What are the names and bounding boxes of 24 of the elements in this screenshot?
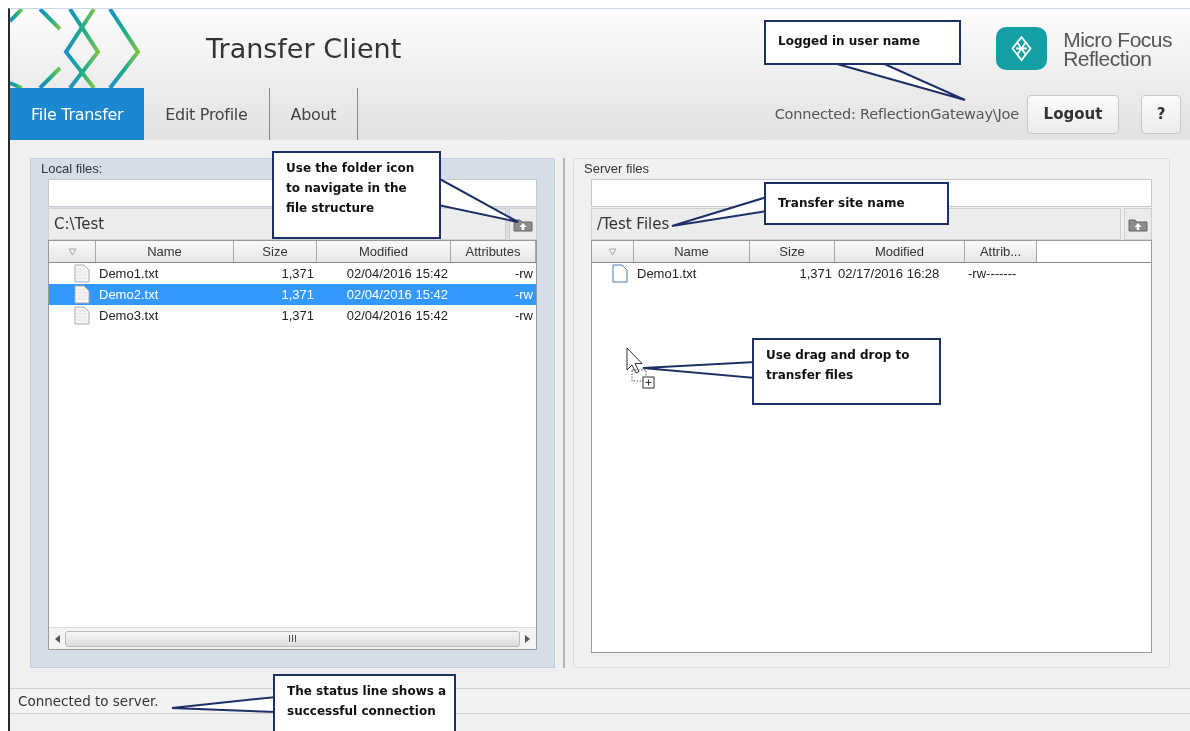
panel-title: Server files — [582, 161, 652, 176]
file-name: Demo3.txt — [98, 308, 160, 323]
connection-status: Connected: ReflectionGateway\Joe — [774, 106, 1019, 122]
file-modified: 02/04/2016 15:42 — [345, 308, 449, 323]
file-name: Demo1.txt — [98, 266, 160, 281]
file-modified: 02/17/2016 16:28 — [837, 266, 941, 281]
file-modified: 02/04/2016 15:42 — [345, 266, 449, 281]
app-title: Transfer Client — [206, 33, 402, 64]
callout: Logged in user name — [764, 20, 961, 65]
file-name: Demo1.txt — [636, 266, 698, 281]
file-size: 1,371 — [280, 308, 315, 323]
file-attributes: -rw------- — [967, 266, 1018, 281]
file-attributes: -rw — [513, 287, 534, 302]
file-size: 1,371 — [280, 266, 315, 281]
file-size: 1,371 — [798, 266, 833, 281]
panel-title: Local files: — [39, 161, 105, 176]
file-modified: 02/04/2016 15:42 — [345, 287, 449, 302]
callout: The status line shows a successful connection — [273, 674, 456, 731]
file-name: Demo2.txt — [98, 287, 160, 302]
file-attributes: -rw — [513, 266, 534, 281]
brand-name: Micro Focus Reflection — [1063, 29, 1172, 68]
file-size: 1,371 — [280, 287, 315, 302]
callout: Use drag and drop to transfer files — [752, 338, 941, 405]
file-attributes: -rw — [513, 308, 534, 323]
